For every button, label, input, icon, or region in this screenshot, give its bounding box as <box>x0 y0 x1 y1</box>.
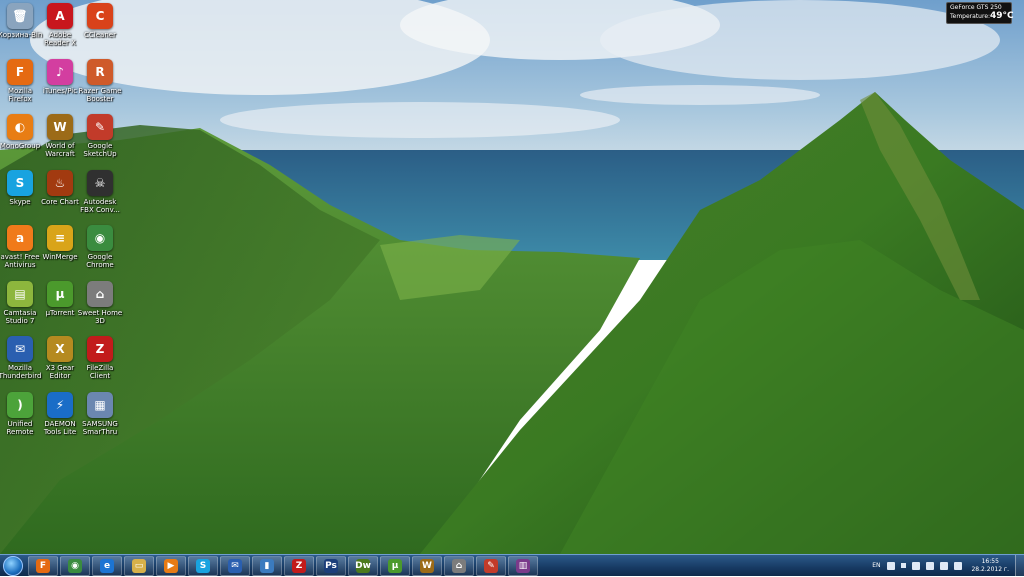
desktop-icon-label: Google SketchUp <box>83 142 117 158</box>
app-icon: Z <box>87 336 113 362</box>
desktop-icon-label: Google Chrome <box>86 253 114 269</box>
clock-date: 28.2.2012 г. <box>971 565 1009 573</box>
app-icon: C <box>87 3 113 29</box>
chrome-icon: ◉ <box>68 558 82 573</box>
gadget-temp-value: 49°C <box>990 11 1014 21</box>
taskbar-button-book[interactable]: ▮ <box>252 555 282 576</box>
app-icon: ⚡ <box>47 391 73 418</box>
explorer-icon: ▭ <box>132 558 146 573</box>
taskbar: F ◉ e ▭ ▶ S ✉ ▮ Z Ps Dw µ W ⌂ ✎ ▥ EN 16:55 28.2.2012 г. <box>0 554 1024 576</box>
network-icon[interactable] <box>926 561 935 570</box>
app-icon: A <box>47 3 73 29</box>
app-icon: 🗑 <box>7 3 33 29</box>
taskbar-button-firefox[interactable]: F <box>28 555 58 576</box>
start-button[interactable] <box>0 555 26 577</box>
clock-time: 16:55 <box>981 557 999 565</box>
app-icon: ✉ <box>7 336 33 362</box>
app-icon: ♪ <box>47 58 73 85</box>
app-icon: ◉ <box>87 225 113 251</box>
desktop-icon-ccleaner[interactable]: C CCleaner <box>76 3 124 59</box>
app-icon: ◐ <box>7 114 33 140</box>
taskbar-button-skype[interactable]: S <box>188 555 218 576</box>
wallpaper-landscape <box>0 0 1024 554</box>
desktop-icon-label: Autodesk FBX Conv... <box>80 197 120 214</box>
filezilla-icon: Z <box>292 558 306 573</box>
taskbar-button-warcraft[interactable]: W <box>412 555 442 576</box>
app-icon: W <box>47 114 73 140</box>
desktop-icon-label: FileZilla Client <box>86 364 114 380</box>
desktop-icon-razer-game-booster[interactable]: R Razer Game Booster <box>76 58 124 115</box>
taskbar-button-utorrent[interactable]: µ <box>380 555 410 576</box>
system-tray: EN 16:55 28.2.2012 г. <box>872 555 1024 576</box>
show-hidden-icons-icon[interactable] <box>901 563 907 568</box>
taskbar-button-sweethome[interactable]: ⌂ <box>444 555 474 576</box>
desktop-icon-sweet-home-3d[interactable]: ⌂ Sweet Home 3D <box>76 280 124 337</box>
desktop: 🗑 Корзина-Bin A Adobe Reader X C CCleaner F Moz… <box>0 0 1024 554</box>
desktop-icon-google-sketchup[interactable]: ✎ Google SketchUp <box>76 114 124 170</box>
keyboard-icon[interactable] <box>887 561 896 570</box>
app-icon: µ <box>47 280 73 307</box>
gadget-title: GeForce GTS 250 <box>950 4 1002 11</box>
app-icon: S <box>7 169 33 196</box>
windows-orb-icon <box>3 555 23 576</box>
flag-icon[interactable] <box>912 561 921 570</box>
language-indicator[interactable]: EN <box>872 562 880 569</box>
app-icon: ☠ <box>87 169 113 196</box>
app-icon: R <box>87 58 113 85</box>
desktop-icon-label: CCleaner <box>84 31 116 39</box>
app-icon: ▦ <box>87 391 113 418</box>
taskbar-button-dreamweaver[interactable]: Dw <box>348 555 378 576</box>
internet-explorer-icon: e <box>100 558 114 573</box>
taskbar-button-sketchup[interactable]: ✎ <box>476 555 506 576</box>
desktop-icon-google-chrome[interactable]: ◉ Google Chrome <box>76 225 124 281</box>
taskbar-button-internet-explorer[interactable]: e <box>92 555 122 576</box>
desktop-icon-samsung-smarthru[interactable]: ▦ SAMSUNG SmarThru <box>76 391 124 448</box>
app-icon: F <box>7 58 33 85</box>
thunderbird-icon: ✉ <box>228 558 242 573</box>
desktop-icon-label: Razer Game Booster <box>78 86 122 103</box>
taskbar-button-explorer[interactable]: ▭ <box>124 555 154 576</box>
desktop-icon-filezilla-client[interactable]: Z FileZilla Client <box>76 336 124 392</box>
firefox-icon: F <box>36 558 50 573</box>
skype-icon: S <box>196 558 210 573</box>
warcraft-icon: W <box>420 558 434 573</box>
desktop-icon-label: SAMSUNG SmarThru <box>82 419 118 436</box>
dreamweaver-icon: Dw <box>355 558 371 573</box>
app-icon: ) <box>7 391 33 418</box>
book-icon: ▮ <box>260 558 274 573</box>
taskbar-button-chrome[interactable]: ◉ <box>60 555 90 576</box>
taskbar-button-thunderbird[interactable]: ✉ <box>220 555 250 576</box>
desktop-icon-label: Sweet Home 3D <box>77 308 123 325</box>
app-icon: ▤ <box>7 280 33 307</box>
winrar-icon: ▥ <box>516 558 530 573</box>
display-icon[interactable] <box>940 561 949 570</box>
app-icon: ✎ <box>87 114 113 140</box>
desktop-icon-autodesk-fbx-conv[interactable]: ☠ Autodesk FBX Conv... <box>76 169 124 226</box>
sweethome-icon: ⌂ <box>452 558 466 573</box>
app-icon: ♨ <box>47 169 73 196</box>
app-icon: X <box>47 336 73 362</box>
taskbar-button-filezilla[interactable]: Z <box>284 555 314 576</box>
utorrent-icon: µ <box>388 558 402 573</box>
app-icon: a <box>7 225 33 251</box>
app-icon: ⌂ <box>87 280 113 307</box>
gpu-temperature-gadget[interactable]: GeForce GTS 250 Temperature: 49°C <box>946 2 1014 24</box>
media-player-icon: ▶ <box>164 558 178 573</box>
taskbar-button-winrar[interactable]: ▥ <box>508 555 538 576</box>
sketchup-icon: ✎ <box>484 558 498 573</box>
app-icon: ≡ <box>47 225 73 251</box>
volume-icon[interactable] <box>954 561 963 570</box>
taskbar-button-media-player[interactable]: ▶ <box>156 555 186 576</box>
taskbar-button-photoshop[interactable]: Ps <box>316 555 346 576</box>
photoshop-icon: Ps <box>324 558 338 573</box>
clock[interactable]: 16:55 28.2.2012 г. <box>971 558 1009 574</box>
show-desktop-button[interactable] <box>1015 555 1024 576</box>
gadget-temp-label: Temperature: <box>950 12 991 20</box>
